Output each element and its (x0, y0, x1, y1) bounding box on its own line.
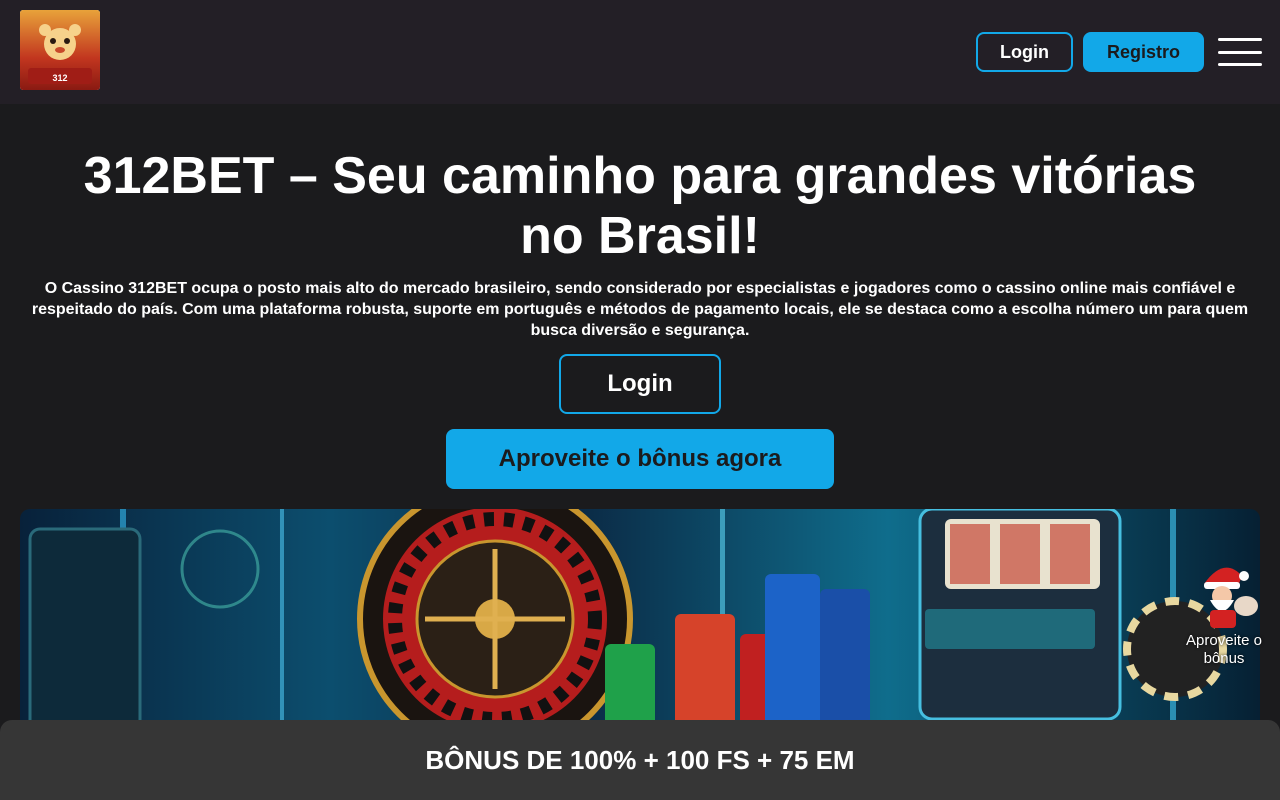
site-header: 312 Login Registro (0, 0, 1280, 104)
santa-icon (1204, 567, 1258, 628)
hero-bonus-button[interactable]: Aproveite o bônus agora (446, 429, 834, 489)
menu-icon-bar (1218, 38, 1262, 41)
menu-icon-bar (1218, 63, 1262, 66)
hero-login-button[interactable]: Login (559, 354, 721, 414)
site-logo[interactable]: 312 (20, 10, 100, 90)
menu-icon[interactable] (1218, 38, 1262, 66)
floating-bonus-label: Aproveite o bônus (1186, 632, 1262, 667)
floating-bonus-widget[interactable]: Aproveite o bônus (1180, 556, 1268, 671)
header-registro-button[interactable]: Registro (1083, 32, 1204, 72)
bonus-bottom-bar[interactable]: BÔNUS DE 100% + 100 FS + 75 EM (0, 720, 1280, 800)
hero-description: O Cassino 312BET ocupa o posto mais alto… (31, 280, 1249, 339)
page-title: 312BET – Seu caminho para grandes vitóri… (83, 147, 1197, 265)
banner-illustration (28, 509, 1227, 739)
header-login-button[interactable]: Login (976, 32, 1073, 72)
casino-banner-image (20, 509, 1260, 739)
svg-text:312: 312 (52, 73, 67, 83)
logo-image: 312 (20, 10, 100, 90)
menu-icon-bar (1218, 50, 1262, 54)
